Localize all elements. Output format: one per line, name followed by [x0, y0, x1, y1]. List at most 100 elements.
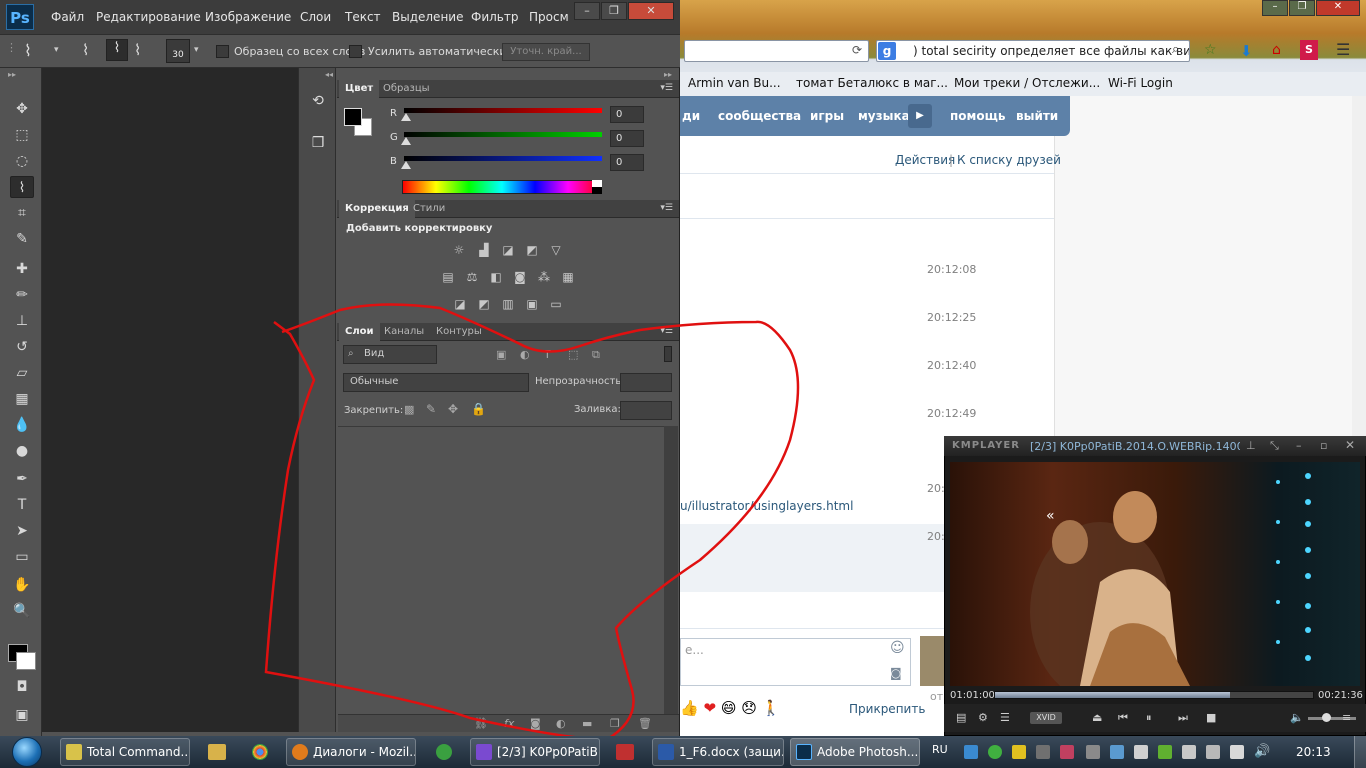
levels-icon[interactable]: ▟	[475, 243, 493, 258]
vk-nav-item[interactable]: игры	[810, 109, 844, 123]
menu-edit[interactable]: Редактирование	[96, 10, 201, 24]
eject-icon[interactable]: ⏏	[1092, 711, 1102, 724]
tray-icon[interactable]	[988, 745, 1002, 759]
move-tool-icon[interactable]: ✥	[10, 98, 34, 120]
bookmark-item[interactable]: Мои треки / Отслежи...	[954, 76, 1100, 90]
music-play-icon[interactable]: ▶	[908, 104, 932, 128]
fill-input[interactable]	[620, 401, 672, 420]
new-selection-icon[interactable]: ⌇	[82, 41, 89, 59]
tray-icon[interactable]	[1110, 745, 1124, 759]
tray-icon[interactable]	[1036, 745, 1050, 759]
ps-canvas-area[interactable]	[42, 68, 298, 732]
vk-nav-item[interactable]: сообщества	[718, 109, 801, 123]
lasso-tool-icon[interactable]: ◌	[10, 150, 34, 172]
sad-icon[interactable]: 😞	[741, 699, 757, 717]
add-selection-icon[interactable]: ⌇	[106, 39, 128, 61]
black-white-swatch[interactable]	[592, 180, 602, 194]
lock-position-icon[interactable]: ✥	[448, 402, 458, 416]
chevron-down-icon[interactable]: ▾	[194, 45, 199, 55]
brush-tool-icon[interactable]: ✏	[10, 284, 34, 306]
message-link[interactable]: u/illustrator/usinglayers.html	[680, 499, 853, 513]
hue-saturation-icon[interactable]: ▤	[439, 270, 457, 285]
menu-filter[interactable]: Фильтр	[471, 10, 518, 24]
chrome-icon[interactable]	[252, 744, 268, 760]
emoji-row[interactable]: 👍 ❤ 😄 😞 🚶	[680, 699, 780, 717]
tray-icon[interactable]	[964, 745, 978, 759]
slider-g[interactable]	[404, 132, 602, 137]
download-icon[interactable]: ⬇	[1240, 42, 1253, 60]
layers-scrollbar[interactable]	[664, 426, 678, 714]
opacity-input[interactable]	[620, 373, 672, 392]
app-icon[interactable]	[616, 744, 634, 760]
tab-styles[interactable]: Стили	[407, 200, 451, 218]
playlist-icon[interactable]: ▤	[956, 711, 966, 724]
selective-color-icon[interactable]: ▣	[523, 297, 541, 312]
explorer-icon[interactable]	[208, 744, 226, 760]
next-icon[interactable]: ⏭	[1178, 711, 1188, 725]
vk-nav-item[interactable]: музыка	[858, 109, 910, 123]
brightness-icon[interactable]: ☼	[450, 243, 468, 258]
tray-icon[interactable]	[1158, 745, 1172, 759]
tray-icon[interactable]	[1134, 745, 1148, 759]
value-r[interactable]: 0	[610, 106, 644, 123]
screen-mode-icon[interactable]: ▣	[10, 704, 34, 726]
refine-edge-button[interactable]: Уточн. край...	[502, 43, 590, 61]
chevron-down-icon[interactable]: ▾	[54, 45, 59, 55]
lock-pixels-icon[interactable]: ✎	[426, 402, 436, 416]
language-indicator[interactable]: RU	[932, 743, 948, 756]
pen-tool-icon[interactable]: ✒	[10, 468, 34, 490]
gradient-map-icon[interactable]: ▭	[547, 297, 565, 312]
adjustment-filter-icon[interactable]: ◐	[520, 348, 530, 361]
layer-filter-dropdown[interactable]: Вид	[343, 345, 437, 364]
tray-icon[interactable]	[1206, 745, 1220, 759]
folder-icon[interactable]: ▬	[582, 717, 592, 730]
foreground-color[interactable]	[344, 108, 362, 126]
tray-menu-icon[interactable]: ≡	[1342, 711, 1351, 724]
taskbar-item-total-commander[interactable]: Total Command...	[60, 738, 190, 766]
camera-icon[interactable]: ◙	[890, 666, 902, 680]
volume-icon[interactable]: 🔊	[1254, 744, 1270, 759]
value-b[interactable]: 0	[610, 154, 644, 171]
tray-icon[interactable]	[1060, 745, 1074, 759]
taskbar-item-word[interactable]: 1_F6.docx (защи...	[652, 738, 784, 766]
trash-icon[interactable]: 🗑	[638, 717, 652, 730]
panel-menu-icon[interactable]: ▾☰	[660, 83, 673, 93]
adjustment-icon[interactable]: ◐	[556, 717, 566, 730]
person-icon[interactable]: 🚶	[762, 699, 781, 717]
volume-icon[interactable]: 🔈	[1290, 711, 1304, 724]
type-tool-icon[interactable]: T	[10, 494, 34, 516]
stop-icon[interactable]: ■	[1206, 711, 1216, 724]
friends-list-link[interactable]: К списку друзей	[957, 153, 1061, 167]
addon-icon[interactable]: S	[1300, 40, 1318, 60]
auto-enhance-checkbox[interactable]	[349, 45, 362, 58]
brush-size[interactable]: 30	[166, 39, 190, 63]
close-button[interactable]: ✕	[1316, 0, 1360, 16]
path-selection-icon[interactable]: ➤	[10, 520, 34, 542]
ps-minimize-button[interactable]: –	[574, 2, 600, 20]
vk-nav-item[interactable]: ди	[682, 109, 700, 123]
ps-maximize-button[interactable]: ❐	[601, 2, 627, 20]
filter-toggle[interactable]	[664, 346, 672, 362]
panel-menu-icon[interactable]: ▾☰	[660, 326, 673, 336]
blend-mode-dropdown[interactable]: Обычные	[343, 373, 529, 392]
minimize-button[interactable]: –	[1262, 0, 1288, 16]
minimize-button[interactable]: –	[1296, 439, 1302, 452]
slider-b[interactable]	[404, 156, 602, 161]
color-spectrum[interactable]	[402, 180, 602, 194]
tab-channels[interactable]: Каналы	[378, 323, 430, 341]
slider-r[interactable]	[404, 108, 602, 113]
slider-g-thumb[interactable]	[401, 137, 411, 145]
message-input[interactable]: е...	[680, 638, 911, 686]
network-icon[interactable]	[1230, 745, 1244, 759]
home-icon[interactable]: ⌂	[1272, 42, 1281, 58]
bookmark-item[interactable]: Wi-Fi Login	[1108, 76, 1173, 90]
link-icon[interactable]: ⛓	[474, 717, 488, 730]
tray-icon[interactable]	[1086, 745, 1100, 759]
eyedropper-tool-icon[interactable]: ✎	[10, 228, 34, 250]
zoom-tool-icon[interactable]: 🔍	[10, 600, 34, 622]
fx-icon[interactable]: fx	[504, 717, 514, 730]
menu-image[interactable]: Изображение	[205, 10, 291, 24]
shape-filter-icon[interactable]: ⬚	[568, 348, 578, 361]
color-balance-icon[interactable]: ⚖	[463, 270, 481, 285]
black-white-icon[interactable]: ◧	[487, 270, 505, 285]
